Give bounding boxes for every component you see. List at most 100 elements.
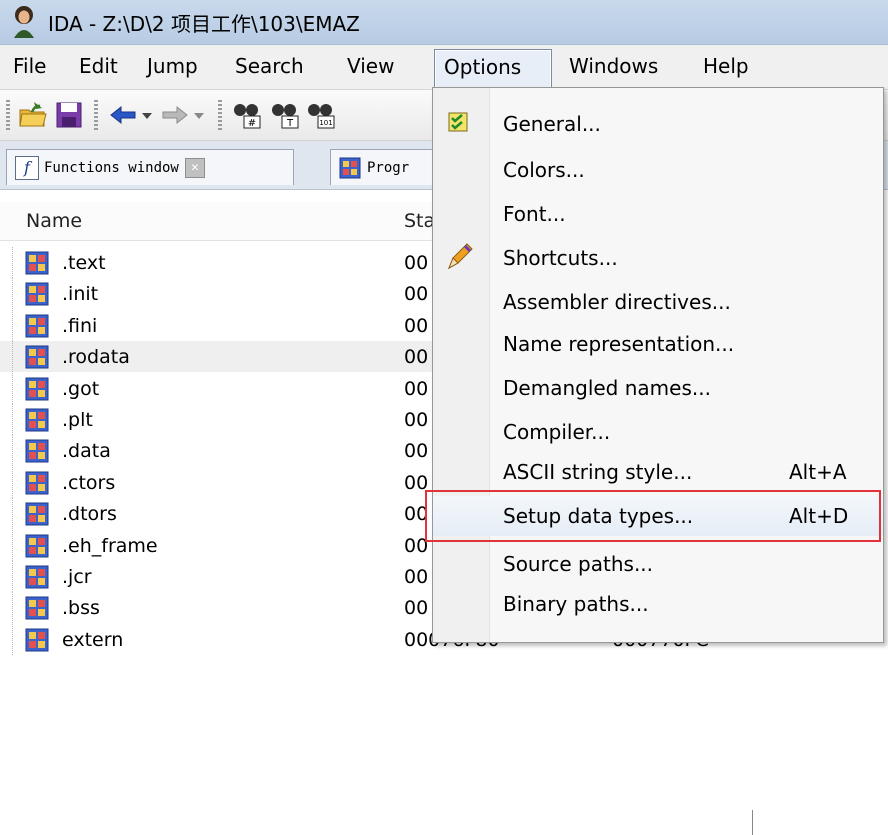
- menu-item-demangled-names[interactable]: Demangled names...: [433, 370, 883, 406]
- tab-label: Functions window: [44, 159, 179, 176]
- menu-item-compiler[interactable]: Compiler...: [433, 414, 883, 450]
- svg-text:101: 101: [319, 119, 332, 127]
- menu-item-shortcuts[interactable]: Shortcuts...: [433, 240, 883, 276]
- menu-item-label: Name representation...: [503, 332, 735, 356]
- title-bar: IDA - Z:\D\2 项目工作\103\EMAZ: [0, 0, 888, 45]
- save-icon[interactable]: [54, 100, 84, 130]
- back-arrow-icon[interactable]: [108, 100, 138, 130]
- tree-connector: [12, 498, 17, 530]
- menu-item-label: Source paths...: [503, 552, 654, 576]
- segment-name: .jcr: [62, 566, 92, 588]
- segment-name: .ctors: [62, 471, 116, 494]
- menu-item-name-representation[interactable]: Name representation...: [433, 326, 883, 362]
- menu-file[interactable]: File: [4, 49, 55, 83]
- toolbar-grip[interactable]: [94, 100, 98, 130]
- menu-item-colors[interactable]: Colors...: [433, 152, 883, 188]
- segment-icon: [25, 565, 49, 589]
- segment-icon: [25, 439, 49, 463]
- menu-item-general[interactable]: General...: [433, 106, 883, 142]
- segment-icon: [25, 628, 49, 652]
- tree-connector: [12, 341, 17, 373]
- segment-name: .plt: [62, 409, 93, 431]
- column-header-name[interactable]: Name: [26, 202, 82, 240]
- menu-jump[interactable]: Jump: [138, 49, 207, 83]
- menu-item-assembler-directives[interactable]: Assembler directives...: [433, 284, 883, 320]
- menu-item-label: Assembler directives...: [503, 290, 731, 314]
- open-folder-icon[interactable]: [18, 100, 48, 130]
- menu-item-binary-paths[interactable]: Binary paths...: [433, 586, 883, 622]
- segment-start: 00: [404, 566, 429, 588]
- segment-start: 00: [404, 503, 429, 526]
- menu-item-shortcut: Alt+A: [789, 460, 847, 484]
- menu-item-ascii-string-style[interactable]: ASCII string style... Alt+A: [433, 454, 883, 490]
- tree-connector: [12, 278, 17, 310]
- menu-item-label: Font...: [503, 202, 566, 226]
- menu-item-source-paths[interactable]: Source paths...: [433, 546, 883, 582]
- segment-start: 00: [404, 314, 429, 337]
- segment-icon: [25, 282, 49, 306]
- menu-item-label: Shortcuts...: [503, 246, 618, 270]
- column-divider: [752, 810, 753, 835]
- segment-icon: [25, 314, 49, 338]
- menu-item-label: General...: [503, 112, 601, 136]
- forward-arrow-icon[interactable]: [160, 100, 190, 130]
- options-menu: General... Colors... Font... Shortcuts..…: [425, 87, 884, 643]
- segment-icon: [25, 471, 49, 495]
- menu-item-label: Colors...: [503, 158, 585, 182]
- ida-app-icon[interactable]: [6, 4, 42, 40]
- checkbox-icon: [447, 111, 471, 135]
- svg-text:T: T: [286, 118, 294, 129]
- segment-name: .init: [62, 283, 99, 306]
- tree-connector: [12, 529, 17, 561]
- binoculars-hash-icon[interactable]: #: [232, 100, 262, 130]
- segment-icon: [25, 596, 49, 620]
- toolbar-grip[interactable]: [218, 100, 222, 130]
- menu-edit[interactable]: Edit: [70, 49, 127, 83]
- menu-search[interactable]: Search: [226, 49, 313, 83]
- dropdown-icon[interactable]: [140, 100, 154, 130]
- segment-start: 00: [404, 471, 429, 494]
- column-header-start[interactable]: Sta: [404, 202, 435, 240]
- menu-item-label: Binary paths...: [503, 592, 649, 616]
- menu-options[interactable]: Options: [434, 49, 552, 91]
- tree-connector: [12, 561, 17, 592]
- dropdown-icon[interactable]: [192, 100, 206, 130]
- function-icon: f: [15, 155, 39, 180]
- segment-icon: [25, 502, 49, 526]
- menu-item-label: Compiler...: [503, 420, 611, 444]
- menu-item-font[interactable]: Font...: [433, 196, 883, 232]
- menu-item-setup-data-types[interactable]: Setup data types... Alt+D: [433, 496, 883, 536]
- segment-start: 00: [404, 252, 429, 274]
- tab-functions-window[interactable]: f Functions window ✕: [6, 149, 294, 185]
- binoculars-binary-icon[interactable]: 101: [306, 100, 336, 130]
- binoculars-text-icon[interactable]: T: [270, 100, 300, 130]
- tab-label: Progr: [367, 159, 410, 176]
- segment-icon: [25, 534, 49, 558]
- tree-connector: [12, 247, 17, 278]
- segment-name: .bss: [62, 597, 100, 620]
- svg-text:#: #: [248, 118, 256, 129]
- window-title: IDA - Z:\D\2 项目工作\103\EMAZ: [48, 11, 360, 36]
- tree-connector: [12, 372, 17, 404]
- segment-name: .eh_frame: [62, 534, 158, 557]
- segment-start: 00: [404, 346, 429, 369]
- menu-item-label: ASCII string style...: [503, 460, 693, 484]
- segment-name: .got: [62, 377, 100, 400]
- tab-program-segments[interactable]: Progr: [330, 149, 440, 185]
- close-icon[interactable]: ✕: [184, 157, 205, 178]
- menu-view[interactable]: View: [338, 49, 403, 83]
- segment-start: 00: [404, 440, 429, 463]
- tree-connector: [12, 623, 17, 655]
- menu-windows[interactable]: Windows: [560, 49, 667, 83]
- segment-start: 00: [404, 534, 429, 557]
- menu-help[interactable]: Help: [694, 49, 758, 83]
- tree-connector: [12, 592, 17, 624]
- segment-start: 00: [404, 409, 429, 431]
- segment-icon: [25, 377, 49, 401]
- segment-icon: [25, 408, 49, 432]
- menu-item-label: Demangled names...: [503, 376, 711, 400]
- menu-item-shortcut: Alt+D: [789, 504, 849, 528]
- segment-name: extern: [62, 628, 124, 651]
- toolbar-grip[interactable]: [6, 100, 10, 130]
- tree-connector: [12, 435, 17, 467]
